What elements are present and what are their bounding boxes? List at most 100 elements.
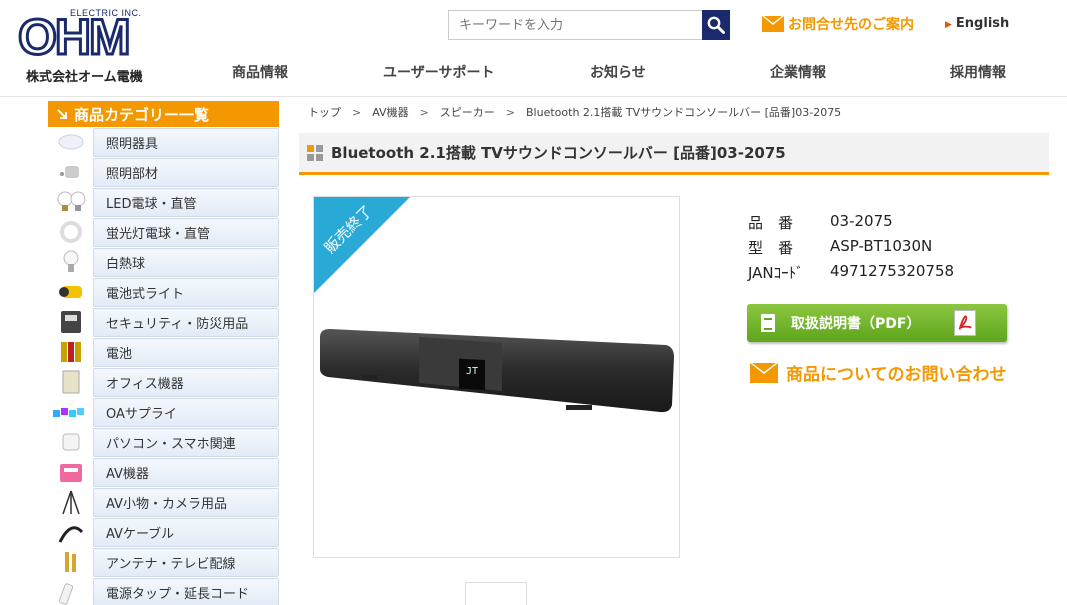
sidebar-item-oa-supply[interactable]: OAサプライ bbox=[48, 397, 279, 427]
office-device-icon bbox=[48, 367, 93, 397]
battery-icon bbox=[48, 337, 93, 367]
usb-charger-icon bbox=[48, 427, 93, 457]
soundbar-display-text: JT bbox=[466, 366, 478, 377]
grid-squares-icon bbox=[307, 144, 323, 161]
envelope-icon bbox=[750, 362, 778, 383]
sidebar-item-label: 電池 bbox=[93, 338, 279, 367]
incandescent-bulb-icon bbox=[48, 247, 93, 277]
sidebar-item-office[interactable]: オフィス機器 bbox=[48, 367, 279, 397]
inquiry-label: 商品についてのお問い合わせ bbox=[786, 365, 1007, 385]
nav-item-news[interactable]: お知らせ bbox=[590, 62, 646, 82]
nav-item-support[interactable]: ユーザーサポート bbox=[383, 62, 494, 82]
arrow-down-right-icon bbox=[57, 109, 67, 119]
logo-mark: OHM bbox=[17, 9, 133, 65]
led-bulb-icon bbox=[48, 187, 93, 217]
breadcrumb-separator: > bbox=[505, 106, 516, 119]
sidebar-item-av[interactable]: AV機器 bbox=[48, 457, 279, 487]
breadcrumb-item-av[interactable]: AV機器 bbox=[372, 106, 408, 119]
ohm-logo[interactable]: ELECTRIC INC. OHM 株式会社オーム電機 bbox=[17, 8, 178, 86]
category-heading: 商品カテゴリー一覧 bbox=[48, 101, 279, 127]
english-label: English bbox=[955, 16, 1010, 31]
product-title-bar: Bluetooth 2.1搭載 TVサウンドコンソールバー [品番]03-207… bbox=[299, 133, 1049, 175]
manual-pdf-label: 取扱説明書（PDF） bbox=[791, 316, 921, 332]
contact-info-link[interactable]: お問合せ先のご案内 bbox=[762, 14, 914, 34]
sidebar-item-label: 白熱球 bbox=[93, 248, 279, 277]
discontinued-badge: 販売終了 bbox=[314, 197, 410, 293]
ceiling-light-icon bbox=[48, 127, 93, 157]
sidebar-item-led[interactable]: LED電球・直管 bbox=[48, 187, 279, 217]
breadcrumb-separator: > bbox=[352, 106, 362, 119]
product-image[interactable]: 販売終了 JT bbox=[313, 196, 680, 558]
sidebar-item-incandescent[interactable]: 白熱球 bbox=[48, 247, 279, 277]
breadcrumb-item-top[interactable]: トップ bbox=[308, 106, 341, 119]
envelope-icon bbox=[762, 16, 784, 32]
site-header: ELECTRIC INC. OHM 株式会社オーム電機 お問合せ先のご案内 ▶E… bbox=[0, 0, 1067, 97]
sidebar-item-av-accessory[interactable]: AV小物・カメラ用品 bbox=[48, 487, 279, 517]
breadcrumb-item-speaker[interactable]: スピーカー bbox=[440, 106, 495, 119]
english-link[interactable]: ▶ English bbox=[945, 16, 1009, 31]
spec-value: ASP-BT1030N bbox=[830, 237, 933, 255]
nav-item-products[interactable]: 商品情報 bbox=[232, 62, 288, 82]
search-input[interactable] bbox=[448, 10, 702, 40]
sidebar-item-power-strip[interactable]: 電源タップ・延長コード bbox=[48, 577, 279, 605]
sidebar-item-label: 蛍光灯電球・直管 bbox=[93, 218, 279, 247]
sidebar-item-battery[interactable]: 電池 bbox=[48, 337, 279, 367]
product-thumbnail[interactable] bbox=[465, 582, 527, 605]
pdf-icon bbox=[954, 310, 976, 336]
search-icon bbox=[707, 16, 725, 34]
breadcrumb-item-current: Bluetooth 2.1搭載 TVサウンドコンソールバー [品番]03-207… bbox=[526, 106, 842, 119]
triangle-right-icon: ▶ bbox=[945, 20, 952, 30]
sidebar-item-pc-phone[interactable]: パソコン・スマホ関連 bbox=[48, 427, 279, 457]
sidebar-item-label: アンテナ・テレビ配線 bbox=[93, 548, 279, 577]
sidebar-item-label: セキュリティ・防災用品 bbox=[93, 308, 279, 337]
spec-key: 品 番 bbox=[748, 214, 794, 232]
sidebar-item-flashlight[interactable]: 電池式ライト bbox=[48, 277, 279, 307]
contact-label: お問合せ先のご案内 bbox=[788, 17, 914, 33]
radio-icon bbox=[48, 457, 93, 487]
sidebar-item-label: 電源タップ・延長コード bbox=[93, 578, 279, 605]
sidebar-item-lighting[interactable]: 照明器具 bbox=[48, 127, 279, 157]
sidebar-item-fluorescent[interactable]: 蛍光灯電球・直管 bbox=[48, 217, 279, 247]
spec-value: 03-2075 bbox=[830, 212, 893, 230]
sidebar-item-label: OAサプライ bbox=[93, 398, 279, 427]
sidebar-item-label: 照明部材 bbox=[93, 158, 279, 187]
oa-supply-icon bbox=[48, 397, 93, 427]
sidebar-item-lighting-parts[interactable]: 照明部材 bbox=[48, 157, 279, 187]
spec-row: JANｺｰﾄﾞ 4971275320758 bbox=[748, 262, 954, 287]
page-title: Bluetooth 2.1搭載 TVサウンドコンソールバー [品番]03-207… bbox=[331, 144, 786, 162]
category-sidebar: 商品カテゴリー一覧 照明器具 照明部材 LED電球・直管 蛍光灯電球・直管 白熱… bbox=[48, 101, 279, 605]
sidebar-item-label: LED電球・直管 bbox=[93, 188, 279, 217]
sidebar-item-av-cable[interactable]: AVケーブル bbox=[48, 517, 279, 547]
power-strip-icon bbox=[48, 577, 93, 605]
sidebar-item-security[interactable]: セキュリティ・防災用品 bbox=[48, 307, 279, 337]
spec-key: JANｺｰﾄﾞ bbox=[748, 264, 804, 282]
main-nav: 商品情報 ユーザーサポート お知らせ 企業情報 採用情報 bbox=[200, 62, 1067, 84]
sidebar-item-label: 照明器具 bbox=[93, 128, 279, 157]
category-heading-label: 商品カテゴリー一覧 bbox=[74, 105, 210, 124]
breadcrumb-separator: > bbox=[419, 106, 429, 119]
spec-row: 品 番 03-2075 bbox=[748, 212, 954, 237]
document-icon bbox=[761, 314, 775, 332]
fluorescent-lamp-icon bbox=[48, 217, 93, 247]
search-button[interactable] bbox=[702, 10, 730, 40]
sidebar-item-label: AV機器 bbox=[93, 458, 279, 487]
sidebar-item-label: 電池式ライト bbox=[93, 278, 279, 307]
soundbar-photo: JT bbox=[320, 329, 674, 413]
manual-pdf-button[interactable]: 取扱説明書（PDF） bbox=[747, 304, 1007, 342]
company-name: 株式会社オーム電機 bbox=[26, 70, 143, 85]
nav-item-recruit[interactable]: 採用情報 bbox=[950, 62, 1006, 82]
light-socket-icon bbox=[48, 157, 93, 187]
tripod-icon bbox=[48, 487, 93, 517]
sidebar-item-label: オフィス機器 bbox=[93, 368, 279, 397]
product-spec: 品 番 03-2075 型 番 ASP-BT1030N JANｺｰﾄﾞ 4971… bbox=[748, 212, 954, 287]
sidebar-item-label: パソコン・スマホ関連 bbox=[93, 428, 279, 457]
nav-item-company[interactable]: 企業情報 bbox=[770, 62, 826, 82]
sidebar-item-antenna[interactable]: アンテナ・テレビ配線 bbox=[48, 547, 279, 577]
breadcrumb: トップ > AV機器 > スピーカー > Bluetooth 2.1搭載 TVサウンドコンソ… bbox=[308, 104, 841, 120]
spec-key: 型 番 bbox=[748, 239, 794, 257]
spec-value: 4971275320758 bbox=[830, 262, 955, 280]
sidebar-item-label: AV小物・カメラ用品 bbox=[93, 488, 279, 517]
product-inquiry-link[interactable]: 商品についてのお問い合わせ bbox=[750, 360, 1007, 385]
sidebar-item-label: AVケーブル bbox=[93, 518, 279, 547]
av-cable-icon bbox=[48, 517, 93, 547]
